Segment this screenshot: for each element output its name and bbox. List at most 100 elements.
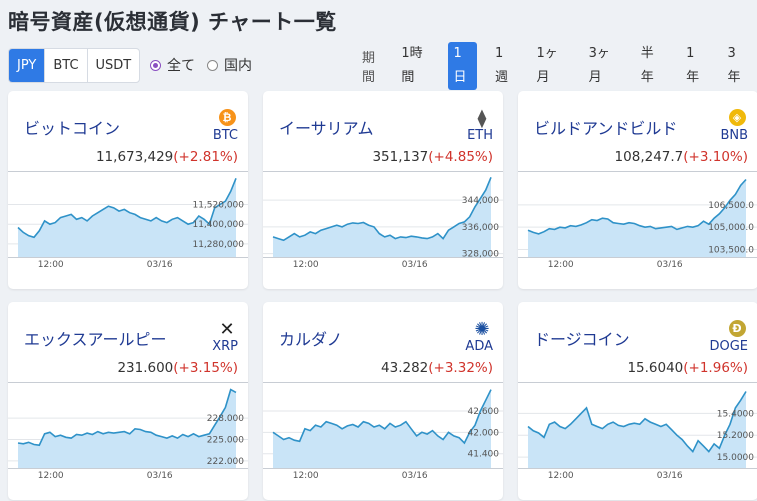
y-tick-label: 15.2000: [717, 431, 754, 441]
coin-price-line: 11,673,429(+2.81%): [96, 149, 238, 165]
coin-symbol: BNB: [720, 128, 748, 143]
period-selector: 期間 1時間 1日 1週 1ヶ月 3ヶ月 半年 1年 3年: [362, 42, 757, 90]
x-tick-label: 12:00: [548, 260, 574, 267]
coin-price: 15.6040: [627, 360, 684, 376]
market-filter: 全て 国内: [150, 55, 264, 75]
coin-price-line: 351,137(+4.85%): [372, 149, 493, 165]
radio-domestic-label: 国内: [224, 58, 252, 74]
y-tick-label: 11,280,000: [192, 240, 244, 250]
coin-name[interactable]: エックスアールピー: [24, 326, 167, 350]
price-chart[interactable]: 344,000 336,000 328,000 12:00 03/16: [263, 171, 503, 267]
coin-price: 351,137: [372, 149, 429, 165]
coin-card-bnb[interactable]: ビルドアンドビルド ◈ BNB 108,247.7(+3.10%) 106,500.0 1…: [518, 91, 757, 289]
coin-price: 43.282: [381, 360, 429, 376]
y-tick-label: 11,400,000: [192, 220, 244, 230]
y-tick-label: 11,520,000: [192, 201, 244, 211]
y-tick-label: 15.4000: [717, 409, 754, 419]
cardano-icon: ✺: [474, 319, 490, 340]
price-area: [273, 177, 491, 257]
period-1h[interactable]: 1時間: [395, 42, 435, 90]
period-6m[interactable]: 半年: [635, 42, 668, 90]
coin-name[interactable]: カルダノ: [279, 326, 343, 350]
coin-change: (+4.85%): [428, 149, 493, 165]
coin-change: (+3.15%): [173, 360, 238, 376]
period-3y[interactable]: 3年: [722, 42, 751, 90]
y-tick-label: 41.400: [468, 450, 500, 460]
y-tick-label: 15.0000: [717, 453, 754, 463]
y-tick-label: 328,000: [462, 250, 499, 260]
x-tick-label: 12:00: [38, 260, 64, 267]
coin-name[interactable]: ビットコイン: [24, 115, 120, 139]
bnb-icon-badge: ◈: [728, 109, 746, 126]
y-tick-label: 42.600: [468, 407, 500, 417]
period-1m[interactable]: 1ヶ月: [530, 42, 570, 90]
coin-change: (+2.81%): [173, 149, 238, 165]
x-tick-label: 03/16: [402, 260, 428, 267]
currency-tab-btc[interactable]: BTC: [44, 49, 86, 82]
coin-price: 108,247.7: [614, 149, 684, 165]
x-tick-label: 03/16: [147, 471, 173, 478]
dogecoin-icon-badge: Ð: [728, 320, 746, 337]
x-tick-label: 12:00: [548, 471, 574, 478]
x-tick-label: 12:00: [38, 471, 64, 478]
coin-symbol: ETH: [467, 128, 493, 143]
coin-name[interactable]: ドージコイン: [534, 326, 630, 350]
coin-price-line: 43.282(+3.32%): [381, 360, 493, 376]
coin-change: (+3.10%): [683, 149, 748, 165]
coin-name[interactable]: イーサリアム: [279, 115, 374, 139]
y-tick-label: 222.000: [207, 457, 244, 467]
bitcoin-icon: ₿: [216, 109, 238, 129]
y-tick-label: 344,000: [462, 196, 499, 206]
period-label: 期間: [362, 51, 376, 85]
price-area: [18, 389, 236, 468]
period-1d[interactable]: 1日: [447, 42, 477, 90]
coin-card-eth[interactable]: イーサリアム ⧫ ETH 351,137(+4.85%) 344,000 336,000 3…: [263, 91, 503, 289]
radio-all[interactable]: 全て: [150, 55, 195, 75]
coin-name[interactable]: ビルドアンドビルド: [534, 115, 677, 139]
page-title: 暗号資産(仮想通貨) チャート一覧: [8, 10, 337, 34]
x-tick-label: 12:00: [293, 471, 319, 478]
y-tick-label: 103,500.0: [708, 246, 754, 256]
y-tick-label: 228.000: [207, 414, 244, 424]
coin-symbol: BTC: [212, 128, 238, 143]
price-chart[interactable]: 106,500.0 105,000.0 103,500.0 12:00 03/16: [518, 171, 757, 267]
x-tick-label: 03/16: [402, 471, 428, 478]
radio-all-dot: [150, 59, 161, 71]
x-tick-label: 03/16: [657, 471, 683, 478]
dogecoin-icon: Ð: [726, 320, 748, 340]
coin-card-xrp[interactable]: エックスアールピー ✕ XRP 231.600(+3.15%) 228.000 225.0…: [8, 302, 248, 500]
coin-price-line: 15.6040(+1.96%): [627, 360, 748, 376]
x-tick-label: 03/16: [657, 260, 683, 267]
coin-card-ada[interactable]: カルダノ ✺ ADA 43.282(+3.32%) 42.600 42.000 41.400…: [263, 302, 503, 500]
bitcoin-icon-badge: ₿: [218, 109, 236, 126]
radio-all-label: 全て: [167, 58, 195, 74]
x-tick-label: 03/16: [147, 260, 173, 267]
price-chart[interactable]: 42.600 42.000 41.400 12:00 03/16: [263, 382, 503, 478]
coin-symbol: ADA: [465, 339, 493, 354]
coin-symbol: XRP: [212, 339, 238, 354]
xrp-icon: ✕: [219, 319, 235, 340]
y-tick-label: 42.000: [468, 428, 500, 438]
coin-change: (+3.32%): [428, 360, 493, 376]
coin-symbol: DOGE: [709, 339, 748, 354]
y-tick-label: 106,500.0: [708, 201, 754, 211]
period-1w[interactable]: 1週: [489, 42, 518, 90]
coin-price: 231.600: [117, 360, 174, 376]
currency-tab-jpy[interactable]: JPY: [9, 49, 45, 82]
price-chart[interactable]: 11,520,000 11,400,000 11,280,000 12:00 03/16: [8, 171, 248, 267]
price-area: [528, 391, 746, 468]
price-chart[interactable]: 15.4000 15.2000 15.0000 12:00 03/16: [518, 382, 757, 478]
currency-tab-usdt[interactable]: USDT: [86, 49, 140, 82]
ethereum-icon: ⧫: [477, 108, 487, 129]
price-chart[interactable]: 228.000 225.000 222.000 12:00 03/16: [8, 382, 248, 478]
coin-card-btc[interactable]: ビットコイン ₿ BTC 11,673,429(+2.81%) 11,520,000 11…: [8, 91, 248, 289]
period-3m[interactable]: 3ヶ月: [583, 42, 623, 90]
coin-price-line: 231.600(+3.15%): [117, 360, 238, 376]
radio-domestic[interactable]: 国内: [207, 55, 252, 75]
coin-change: (+1.96%): [683, 360, 748, 376]
coin-card-doge[interactable]: ドージコイン Ð DOGE 15.6040(+1.96%) 15.4000 15.2000…: [518, 302, 757, 500]
period-1y[interactable]: 1年: [680, 42, 709, 90]
currency-selector: JPY BTC USDT: [8, 48, 141, 83]
y-tick-label: 105,000.0: [708, 223, 754, 233]
y-tick-label: 225.000: [207, 435, 244, 445]
